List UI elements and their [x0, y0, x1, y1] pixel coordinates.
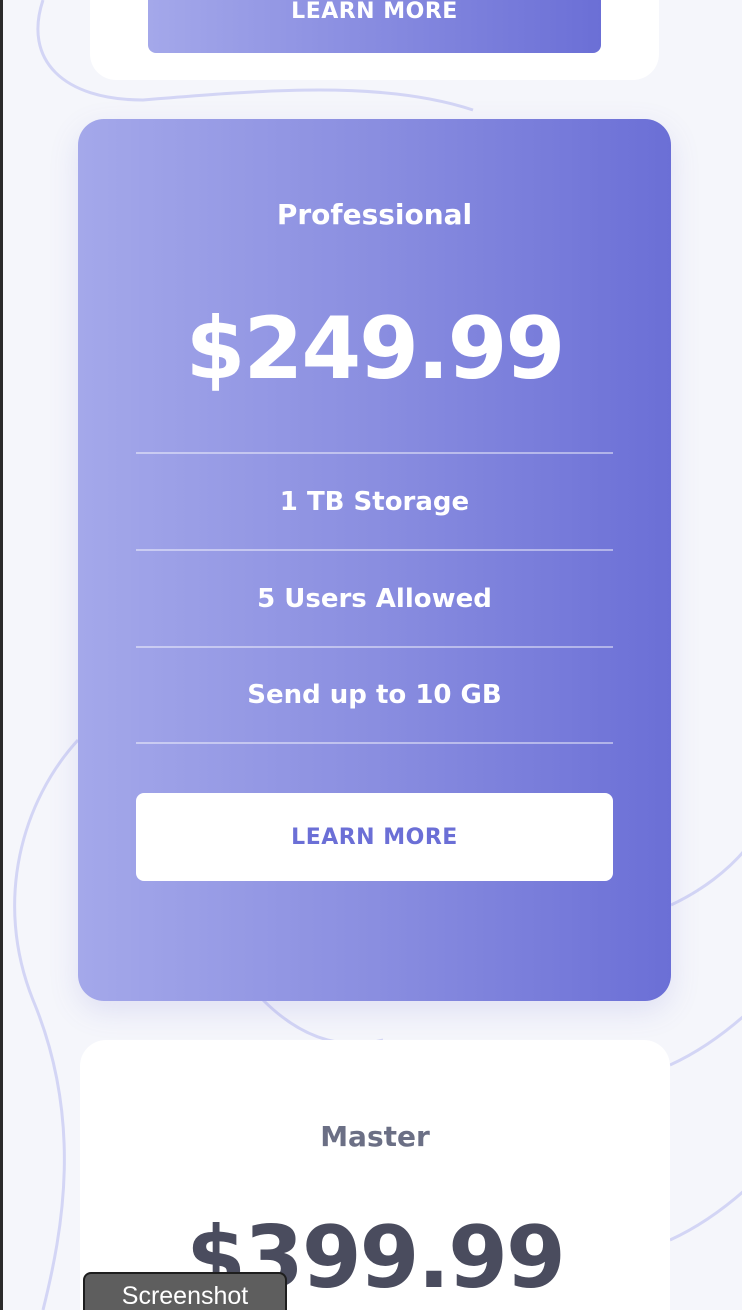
learn-more-button-basic[interactable]: LEARN MORE: [148, 0, 601, 53]
pricing-card-master: Master $399.99: [80, 1040, 670, 1310]
plan-title: Professional: [276, 198, 473, 231]
pricing-card-basic: LEARN MORE: [90, 0, 659, 80]
screenshot-button[interactable]: Screenshot: [83, 1272, 287, 1310]
learn-more-button-professional[interactable]: LEARN MORE: [136, 793, 613, 881]
feature-item: 5 Users Allowed: [136, 549, 613, 646]
feature-list: 1 TB Storage 5 Users Allowed Send up to …: [136, 452, 613, 744]
plan-title: Master: [320, 1120, 430, 1153]
plan-price: $249.99: [185, 299, 566, 399]
feature-item: 1 TB Storage: [136, 452, 613, 549]
pricing-card-professional: Professional $249.99 1 TB Storage 5 User…: [78, 119, 671, 1001]
feature-item: Send up to 10 GB: [136, 646, 613, 744]
